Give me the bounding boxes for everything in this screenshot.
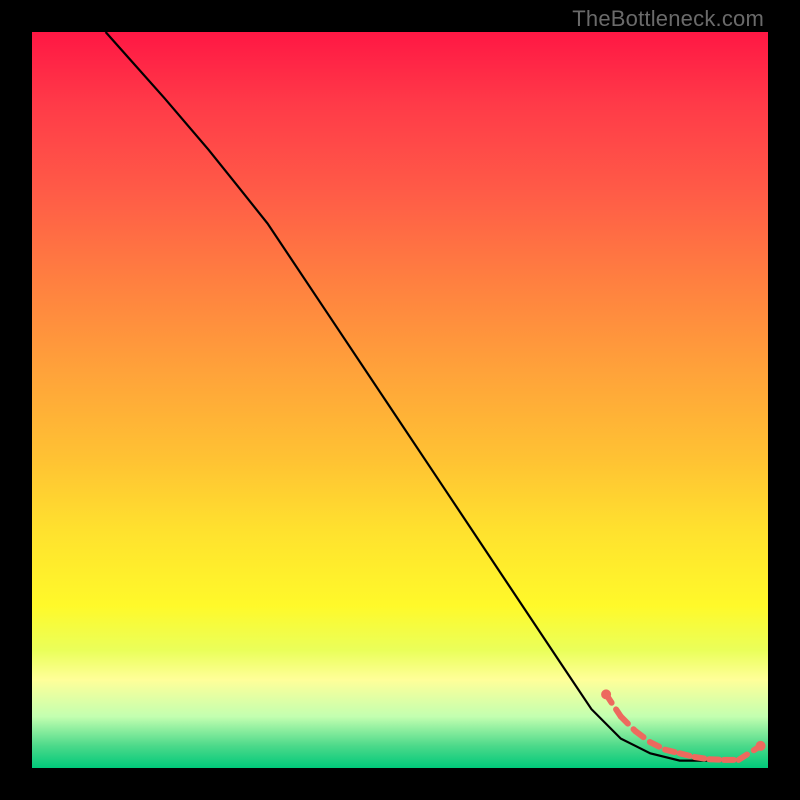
main-curve bbox=[106, 32, 739, 761]
marker-series bbox=[601, 689, 766, 760]
chart-frame: TheBottleneck.com bbox=[0, 0, 800, 800]
chart-overlay bbox=[32, 32, 768, 768]
watermark-text: TheBottleneck.com bbox=[572, 6, 764, 32]
marker-dot bbox=[601, 689, 611, 699]
marker-dot bbox=[756, 741, 766, 751]
plot-area bbox=[32, 32, 768, 768]
marker-dash bbox=[621, 717, 636, 732]
